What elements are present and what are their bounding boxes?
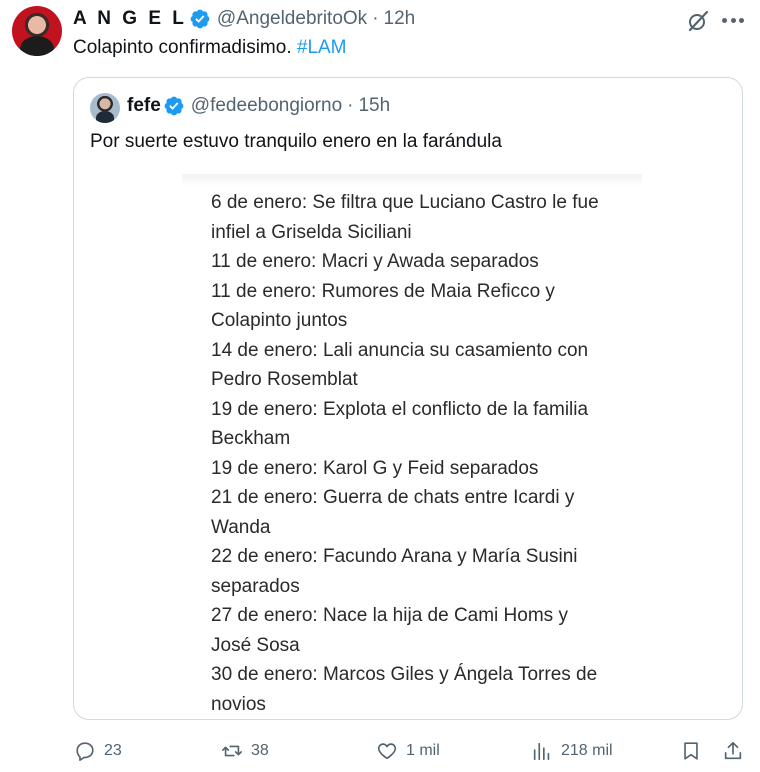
image-line: Wanda — [211, 516, 271, 538]
more-dot — [739, 18, 744, 23]
image-text-lines: 6 de enero: Se filtra que Luciano Castro… — [211, 188, 599, 719]
image-line: 27 de enero: Nace la hija de Cami Homs y — [211, 605, 568, 626]
image-line: 19 de enero: Explota el conflicto de la … — [211, 398, 589, 420]
like-button[interactable]: 1 mil — [376, 736, 440, 766]
more-icon[interactable] — [722, 18, 744, 24]
reply-icon — [76, 742, 94, 761]
views-icon — [533, 742, 550, 761]
repost-button[interactable]: 38 — [221, 736, 269, 766]
separator-dot: · — [347, 95, 354, 116]
image-line: Beckham — [211, 428, 291, 449]
image-line: separados — [211, 575, 300, 597]
image-line: Colapinto juntos — [211, 310, 348, 331]
image-line: 11 de enero: Rumores de Maia Reficco y — [211, 280, 555, 302]
image-top-shadow — [182, 174, 642, 186]
quote-text: Por suerte estuvo tranquilo enero en la … — [90, 131, 502, 152]
author-name[interactable]: A N G E L — [73, 8, 187, 30]
hashtag-link[interactable]: #LAM — [297, 37, 347, 58]
image-line: 11 de enero: Macri y Awada separados — [211, 251, 539, 272]
tweet-header: A N G E L @AngeldebritoOk · 12h — [73, 6, 415, 32]
quote-time[interactable]: 15h — [358, 95, 390, 117]
image-line: 22 de enero: Facundo Arana y María Susin… — [211, 546, 578, 567]
author-handle[interactable]: @AngeldebritoOk — [217, 8, 367, 30]
grok-icon[interactable] — [686, 9, 710, 33]
image-line: 30 de enero: Marcos Giles y Ángela Torre… — [211, 664, 598, 685]
quote-author-handle[interactable]: @fedeebongiorno — [191, 95, 342, 117]
separator-dot: · — [372, 8, 379, 29]
bookmark-icon[interactable] — [680, 740, 702, 762]
quote-author-avatar[interactable] — [90, 93, 120, 123]
like-icon — [377, 743, 397, 760]
repost-count: 38 — [251, 742, 269, 759]
quote-author-name[interactable]: fefe — [127, 95, 161, 117]
views-count: 218 mil — [561, 742, 613, 759]
tweet-text: Colapinto confirmadisimo. #LAM — [73, 36, 347, 60]
image-line: 19 de enero: Karol G y Feid separados — [211, 457, 539, 479]
more-dot — [722, 18, 727, 23]
reply-button[interactable]: 23 — [74, 736, 122, 766]
image-line: 14 de enero: Lali anuncia su casamiento … — [211, 339, 589, 361]
image-line: José Sosa — [211, 634, 300, 656]
action-bar: 23 38 1 mil 218 mil — [0, 736, 760, 766]
verified-badge-icon — [164, 96, 184, 116]
image-line: Pedro Rosemblat — [211, 369, 358, 390]
more-dot — [730, 18, 736, 23]
quote-header: fefe @fedeebongiorno · 15h — [127, 95, 390, 117]
image-line: novios — [211, 693, 266, 715]
tweet-time[interactable]: 12h — [384, 8, 416, 30]
verified-badge-icon — [190, 9, 210, 29]
like-count: 1 mil — [406, 742, 440, 759]
quoted-tweet[interactable]: fefe @fedeebongiorno · 15h Por suerte es… — [73, 77, 743, 720]
repost-icon — [222, 745, 242, 757]
reply-count: 23 — [104, 742, 122, 759]
author-avatar[interactable] — [12, 6, 62, 56]
image-line: 6 de enero: Se filtra que Luciano Castro… — [211, 192, 599, 213]
views-button[interactable]: 218 mil — [531, 736, 613, 766]
image-line: 21 de enero: Guerra de chats entre Icard… — [211, 487, 575, 508]
tweet-body: Colapinto confirmadisimo. — [73, 37, 292, 58]
share-icon[interactable] — [722, 740, 744, 762]
image-line: infiel a Griselda Siciliani — [211, 221, 412, 243]
